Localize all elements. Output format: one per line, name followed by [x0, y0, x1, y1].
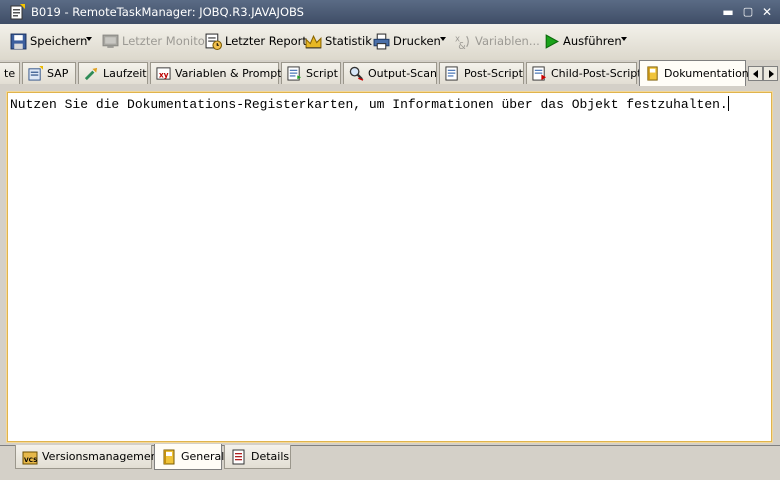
minimize-button[interactable]: ▬: [720, 4, 736, 20]
execute-dropdown-arrow[interactable]: [621, 37, 627, 41]
report-icon: [205, 33, 222, 50]
output-scan-icon: [349, 66, 364, 81]
tab-scroll-right-button[interactable]: [763, 66, 778, 81]
close-button[interactable]: ✕: [759, 4, 775, 20]
documentation-panel: Nutzen Sie die Dokumentations-Registerka…: [0, 85, 780, 448]
window-title: B019 - RemoteTaskManager: JOBQ.R3.JAVAJO…: [31, 5, 304, 19]
documentation-editor[interactable]: Nutzen Sie die Dokumentations-Registerka…: [7, 92, 772, 442]
tab-label: Post-Script: [464, 67, 523, 80]
monitor-icon: [102, 34, 119, 48]
tab-post-script[interactable]: Post-Script: [439, 62, 524, 84]
text-caret: [727, 96, 729, 111]
tab-label: te: [4, 67, 16, 80]
tab-label: Output-Scan: [368, 67, 437, 80]
play-icon: [545, 33, 559, 49]
object-tab-bar: te SAP Laufzeit xy Variablen & Prompts S…: [0, 60, 780, 86]
variables-icon: x&: [455, 34, 469, 50]
window-app-icon: [10, 4, 25, 20]
svg-text:xy: xy: [159, 70, 169, 79]
post-script-icon: [445, 66, 458, 81]
tab-child-post-script[interactable]: Child-Post-Script: [526, 62, 642, 84]
save-icon: [10, 33, 27, 49]
print-dropdown-arrow[interactable]: [440, 37, 446, 41]
last-monitor-button[interactable]: Letzter Monitor: [102, 30, 210, 52]
tab-label: Script: [306, 67, 338, 80]
print-button[interactable]: Drucken: [373, 30, 441, 52]
last-report-button[interactable]: Letzter Report: [205, 30, 307, 52]
tab-output-scan[interactable]: Output-Scan: [343, 62, 437, 84]
window-title-bar: B019 - RemoteTaskManager: JOBQ.R3.JAVAJO…: [0, 0, 780, 24]
runtime-icon: [84, 67, 98, 81]
tab-label: Variablen & Prompts: [175, 67, 288, 80]
tab-label: Details: [251, 450, 290, 463]
tab-variablen-prompts[interactable]: xy Variablen & Prompts: [150, 62, 287, 84]
maximize-button[interactable]: ▢: [740, 4, 756, 20]
statistics-label: Statistik: [325, 34, 372, 48]
version-management-icon: VCS: [22, 451, 38, 464]
last-monitor-label: Letzter Monitor: [122, 34, 210, 48]
tab-label: Dokumentation: [664, 67, 749, 80]
general-icon: [163, 449, 175, 464]
tab-sap[interactable]: SAP: [22, 62, 76, 84]
tab-versionsmanagement[interactable]: VCS Versionsmanagement: [15, 445, 162, 469]
tab-label: SAP: [47, 67, 69, 80]
save-button[interactable]: Speichern: [10, 30, 87, 52]
documentation-text-line: Nutzen Sie die Dokumentations-Registerka…: [10, 96, 729, 112]
variables-prompts-icon: xy: [156, 67, 171, 80]
details-icon: [232, 449, 245, 464]
variables-button[interactable]: x & Variablen...: [455, 30, 540, 52]
tab-label: Versionsmanagement: [42, 450, 162, 463]
tab-label: Laufzeit: [103, 67, 147, 80]
last-report-label: Letzter Report: [225, 34, 307, 48]
script-icon: [287, 66, 302, 81]
svg-text:&: &: [458, 40, 466, 49]
svg-text:VCS: VCS: [24, 457, 37, 464]
bottom-tab-bar: VCS Versionsmanagement General Details: [0, 444, 780, 480]
sap-icon: [28, 66, 43, 81]
documentation-text: Nutzen Sie die Dokumentations-Registerka…: [10, 97, 728, 112]
statistics-button[interactable]: Statistik: [305, 30, 372, 52]
toolbar: Speichern Letzter Monitor Letzter Report…: [0, 24, 780, 61]
variables-label: Variablen...: [475, 34, 540, 48]
tab-script[interactable]: Script: [281, 62, 341, 84]
tab-label: General: [181, 450, 225, 463]
save-label: Speichern: [30, 34, 88, 48]
execute-label: Ausführen: [563, 34, 622, 48]
printer-icon: [373, 33, 390, 49]
tab-details[interactable]: Details: [224, 445, 291, 469]
execute-button[interactable]: Ausführen: [543, 30, 622, 52]
tab-label: Child-Post-Script: [551, 67, 642, 80]
tab-general[interactable]: General: [154, 444, 225, 470]
child-post-script-icon: [532, 66, 547, 81]
save-dropdown-arrow[interactable]: [86, 37, 92, 41]
statistics-icon: [305, 34, 322, 48]
tab-attributes-partial[interactable]: te: [0, 62, 20, 84]
arrow-left-icon: [752, 69, 758, 78]
arrow-right-icon: [768, 69, 774, 78]
tab-scroll-left-button[interactable]: [748, 66, 763, 81]
tab-dokumentation[interactable]: Dokumentation: [639, 60, 749, 86]
print-label: Drucken: [393, 34, 441, 48]
documentation-icon: [647, 66, 658, 81]
tab-laufzeit[interactable]: Laufzeit: [78, 62, 148, 84]
